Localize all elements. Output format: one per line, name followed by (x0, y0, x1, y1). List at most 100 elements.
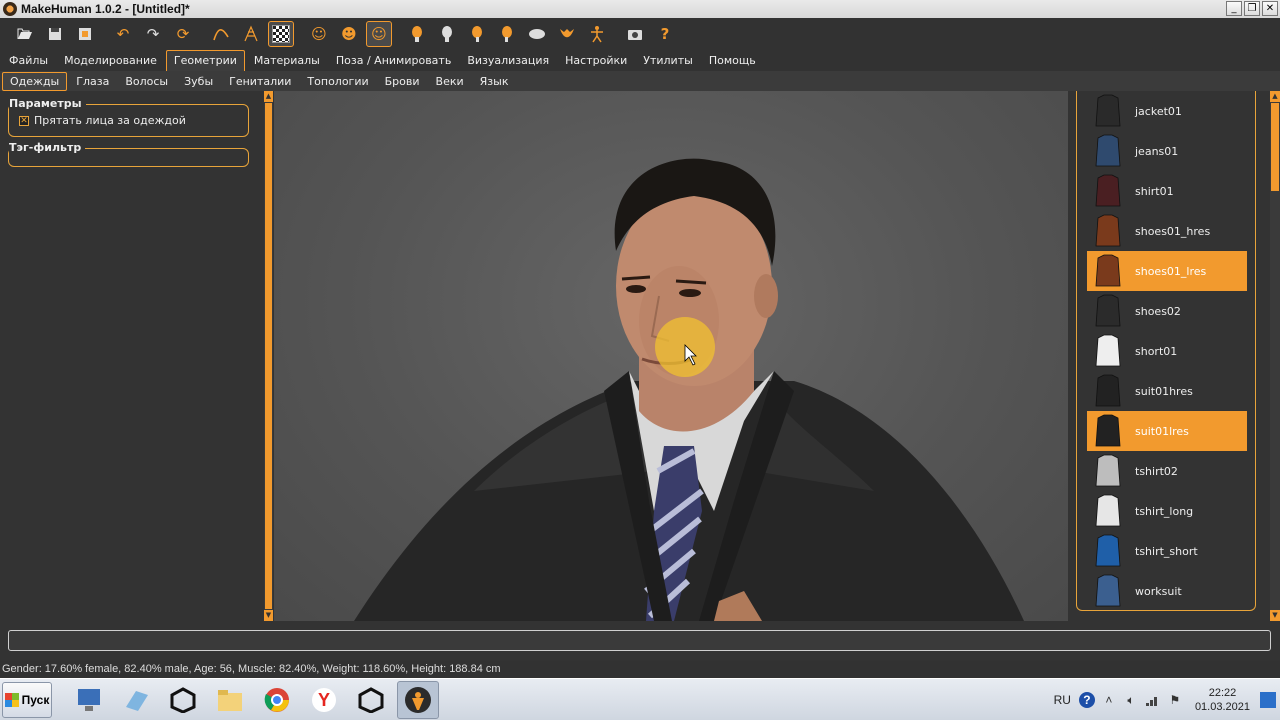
unity-icon[interactable] (162, 681, 204, 719)
clothes-item-label: shoes01_lres (1135, 264, 1207, 278)
clothes-list-item[interactable]: tshirt_long (1087, 491, 1247, 531)
pose-side-icon[interactable]: ☺ (366, 21, 392, 47)
scroll-thumb[interactable] (1271, 103, 1279, 191)
unity-icon[interactable] (350, 681, 392, 719)
computer-icon[interactable] (68, 681, 110, 719)
hide-faces-checkbox-row[interactable]: ✕ Прятать лица за одеждой (19, 114, 186, 127)
clothes-item-label: worksuit (1135, 584, 1182, 598)
scroll-down-arrow[interactable]: ▼ (1270, 610, 1280, 621)
subtab-hair[interactable]: Волосы (118, 73, 175, 90)
clothes-list-item[interactable]: tshirt02 (1087, 451, 1247, 491)
tray-expand-icon[interactable]: ˄ (1101, 692, 1117, 708)
clothes-item-label: tshirt_long (1135, 504, 1194, 518)
makehuman-icon[interactable] (397, 680, 439, 719)
subtab-eyelashes[interactable]: Веки (429, 73, 471, 90)
clothes-list-item[interactable]: short01 (1087, 331, 1247, 371)
background-icon[interactable] (268, 21, 294, 47)
subtab-tongue[interactable]: Язык (473, 73, 516, 90)
human-model-render[interactable] (274, 91, 1068, 621)
clock-date: 01.03.2021 (1194, 701, 1250, 713)
language-indicator[interactable]: RU (1054, 693, 1071, 707)
skeleton-icon[interactable] (584, 21, 610, 47)
view-left-icon[interactable] (464, 21, 490, 47)
view-front-icon[interactable] (404, 21, 430, 47)
tag-filter-group: Тэг-фильтр (8, 141, 249, 167)
clothes-list-item[interactable]: tshirt_short (1087, 531, 1247, 571)
reset-icon[interactable]: ⟳ (170, 21, 196, 47)
scroll-up-arrow[interactable]: ▲ (1270, 91, 1280, 102)
network-icon[interactable] (1145, 692, 1161, 708)
scroll-up-arrow[interactable]: ▲ (264, 91, 273, 102)
pose-back-icon[interactable]: ☻ (336, 21, 362, 47)
undo-icon[interactable]: ↶ (110, 21, 136, 47)
clothes-list-item[interactable]: suit01lres (1087, 411, 1247, 451)
show-desktop-button[interactable] (1260, 692, 1276, 708)
pose-front-icon[interactable]: ☺ (306, 21, 332, 47)
title-bar: MakeHuman 1.0.2 - [Untitled]* _ ❐ ✕ (0, 0, 1280, 18)
clock[interactable]: 22:22 01.03.2021 (1195, 686, 1250, 714)
3d-viewport[interactable] (274, 91, 1068, 621)
right-scrollbar[interactable]: ▲ ▼ (1270, 91, 1280, 621)
redo-icon[interactable]: ↷ (140, 21, 166, 47)
flag-icon[interactable]: ⚑ (1167, 692, 1183, 708)
clothes-list-item[interactable]: shoes01_hres (1087, 211, 1247, 251)
scroll-thumb[interactable] (265, 103, 272, 609)
clothing-thumbnail-icon (1087, 171, 1129, 211)
tab-help[interactable]: Помощь (702, 51, 763, 71)
clothes-list-item[interactable]: worksuit (1087, 571, 1247, 610)
clothing-thumbnail-icon (1087, 371, 1129, 411)
minimize-button[interactable]: _ (1226, 1, 1242, 16)
tab-settings[interactable]: Настройки (558, 51, 634, 71)
tab-rendering[interactable]: Визуализация (460, 51, 556, 71)
chrome-icon[interactable] (256, 681, 298, 719)
subtab-genitals[interactable]: Гениталии (222, 73, 298, 90)
clothing-thumbnail-icon (1087, 451, 1129, 491)
subtab-eyes[interactable]: Глаза (69, 73, 116, 90)
save-icon[interactable] (42, 21, 68, 47)
wireframe-icon[interactable] (238, 21, 264, 47)
smooth-icon[interactable] (208, 21, 234, 47)
view-top-icon[interactable] (524, 21, 550, 47)
help-tray-icon[interactable]: ? (1078, 692, 1095, 708)
close-button[interactable]: ✕ (1262, 1, 1278, 16)
progress-bar (8, 630, 1271, 651)
view-right-icon[interactable] (494, 21, 520, 47)
clothes-list-item[interactable]: shirt01 (1087, 171, 1247, 211)
subtab-eyebrows[interactable]: Брови (378, 73, 427, 90)
tab-files[interactable]: Файлы (2, 51, 55, 71)
tab-utilities[interactable]: Утилиты (636, 51, 700, 71)
hide-faces-checkbox[interactable]: ✕ (19, 115, 29, 126)
svg-text:Y: Y (318, 690, 330, 710)
explorer-icon[interactable] (209, 681, 251, 719)
clothes-list-item[interactable]: jacket01 (1087, 91, 1247, 131)
volume-icon[interactable]: 🔈︎ (1123, 692, 1139, 708)
tab-modelling[interactable]: Моделирование (57, 51, 164, 71)
export-icon[interactable] (72, 21, 98, 47)
clock-time: 22:22 (1208, 687, 1237, 699)
maximize-button[interactable]: ❐ (1244, 1, 1260, 16)
help-icon[interactable]: ? (652, 21, 678, 47)
subtab-topologies[interactable]: Топологии (300, 73, 375, 90)
clothes-list-item[interactable]: shoes01_lres (1087, 251, 1247, 291)
notepad-icon[interactable] (115, 681, 157, 719)
clothes-list-item[interactable]: suit01hres (1087, 371, 1247, 411)
tag-filter-title: Тэг-фильтр (9, 141, 86, 154)
params-title: Параметры (9, 97, 86, 110)
tab-materials[interactable]: Материалы (247, 51, 327, 71)
clothes-list-item[interactable]: jeans01 (1087, 131, 1247, 171)
scroll-down-arrow[interactable]: ▼ (264, 610, 273, 621)
subtab-teeth[interactable]: Зубы (177, 73, 220, 90)
clothes-item-label: shoes01_hres (1135, 224, 1211, 238)
subtab-clothes[interactable]: Одежды (2, 71, 68, 91)
view-bottom-icon[interactable] (554, 21, 580, 47)
open-icon[interactable] (12, 21, 38, 47)
left-scrollbar[interactable]: ▲ ▼ (264, 91, 273, 621)
start-button[interactable]: Пуск (2, 681, 52, 718)
clothes-list-item[interactable]: shoes02 (1087, 291, 1247, 331)
screenshot-icon[interactable] (622, 21, 648, 47)
windows-taskbar: Пуск Y RU ? ˄ 🔈︎ ⚑ 22:22 01.03.2021 (0, 678, 1280, 720)
yandex-icon[interactable]: Y (303, 681, 345, 719)
tab-pose-animate[interactable]: Поза / Анимировать (329, 51, 458, 71)
tab-geometries[interactable]: Геометрии (165, 50, 245, 71)
view-back-icon[interactable] (434, 21, 460, 47)
